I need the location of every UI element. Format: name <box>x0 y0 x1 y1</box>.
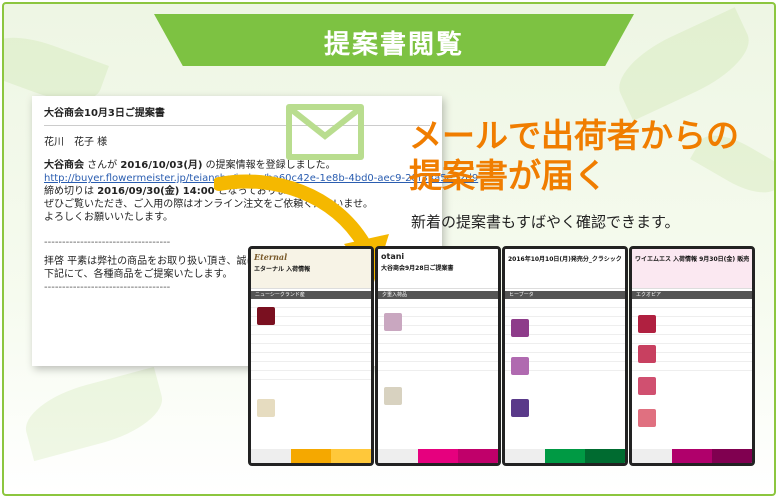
flower-thumbnail <box>638 345 656 363</box>
email-line: 大谷商会 さんが 2016/10/03(月) の提案情報を登録しました。 <box>44 160 336 171</box>
table-row <box>251 344 371 353</box>
footer-tab[interactable] <box>632 449 672 463</box>
table-row <box>251 371 371 380</box>
footer-tab[interactable] <box>672 449 712 463</box>
headline: メールで出荷者からの 提案書が届く <box>409 116 739 196</box>
email-subject: 大谷商会10月3日ご提案書 <box>44 108 165 119</box>
footer-tab[interactable] <box>585 449 625 463</box>
phone-header: otani 大谷商会9月28日ご提案書 <box>378 249 498 289</box>
phone-mockup: 2016年10月10日(月)発売分_クラシック ヒーブータ <box>502 246 628 466</box>
table-row <box>378 362 498 371</box>
table-row <box>632 299 752 308</box>
table-row <box>251 362 371 371</box>
footer-tab[interactable] <box>505 449 545 463</box>
phone-header: 2016年10月10日(月)発売分_クラシック <box>505 249 625 289</box>
phone-title: ワイエムエス 入荷情報 9月30日(金) 販売分 <box>635 256 749 263</box>
flower-thumbnail <box>384 313 402 331</box>
envelope-icon <box>286 104 364 160</box>
table-row <box>505 299 625 308</box>
phone-logo: Eternal <box>254 252 288 262</box>
table-row <box>378 344 498 353</box>
table-row <box>632 362 752 371</box>
headline-line: 提案書が届く <box>409 156 607 195</box>
phone-section: エクオピア <box>632 291 752 299</box>
flower-thumbnail <box>638 409 656 427</box>
phone-logo: otani <box>381 252 405 261</box>
divider <box>44 125 430 126</box>
flower-thumbnail <box>511 357 529 375</box>
leaf-decoration <box>18 366 170 462</box>
table-row <box>251 335 371 344</box>
flower-thumbnail <box>638 315 656 333</box>
leaf-decoration <box>607 7 761 121</box>
table-row <box>378 353 498 362</box>
phone-mockup: Eternal エターナル 入荷情報 ニューシークランド産 <box>248 246 374 466</box>
footer-tab[interactable] <box>291 449 331 463</box>
phone-footer <box>378 449 498 463</box>
footer-tab[interactable] <box>545 449 585 463</box>
phone-footer <box>505 449 625 463</box>
phone-section: 夕重入荷品 <box>378 291 498 299</box>
email-recipient: 花川 花子 様 <box>44 137 108 148</box>
table-row <box>632 335 752 344</box>
table-row <box>378 335 498 344</box>
flower-thumbnail <box>384 387 402 405</box>
flower-thumbnail <box>257 399 275 417</box>
phone-footer <box>632 449 752 463</box>
phone-title: 大谷商会9月28日ご提案書 <box>381 265 454 272</box>
flower-thumbnail <box>257 307 275 325</box>
footer-tab[interactable] <box>418 449 458 463</box>
promo-frame: 提案書閲覧 大谷商会10月3日ご提案書 花川 花子 様 大谷商会 さんが 201… <box>2 2 776 496</box>
phone-footer <box>251 449 371 463</box>
table-row <box>251 353 371 362</box>
phone-title: エターナル 入荷情報 <box>254 266 311 273</box>
phone-mockup: otani 大谷商会9月28日ご提案書 夕重入荷品 <box>375 246 501 466</box>
phone-section: ヒーブータ <box>505 291 625 299</box>
phone-section: ニューシークランド産 <box>251 291 371 299</box>
phone-mockup: ワイエムエス 入荷情報 9月30日(金) 販売分 エクオピア <box>629 246 755 466</box>
flower-thumbnail <box>511 399 529 417</box>
footer-tab[interactable] <box>331 449 371 463</box>
table-row <box>505 344 625 353</box>
flower-thumbnail <box>511 319 529 337</box>
headline-line: メールで出荷者からの <box>409 116 739 155</box>
phone-header: Eternal エターナル 入荷情報 <box>251 249 371 289</box>
subtitle: 新着の提案書もすばやく確認できます。 <box>411 213 680 231</box>
table-row <box>505 308 625 317</box>
footer-tab[interactable] <box>712 449 752 463</box>
footer-tab[interactable] <box>458 449 498 463</box>
phone-title: 2016年10月10日(月)発売分_クラシック <box>508 256 622 263</box>
title-banner: 提案書閲覧 <box>154 14 634 66</box>
phone-header: ワイエムエス 入荷情報 9月30日(金) 販売分 <box>632 249 752 289</box>
footer-tab[interactable] <box>378 449 418 463</box>
table-row <box>378 299 498 308</box>
banner-title: 提案書閲覧 <box>323 30 464 60</box>
flower-thumbnail <box>638 377 656 395</box>
table-row <box>251 326 371 335</box>
footer-tab[interactable] <box>251 449 291 463</box>
